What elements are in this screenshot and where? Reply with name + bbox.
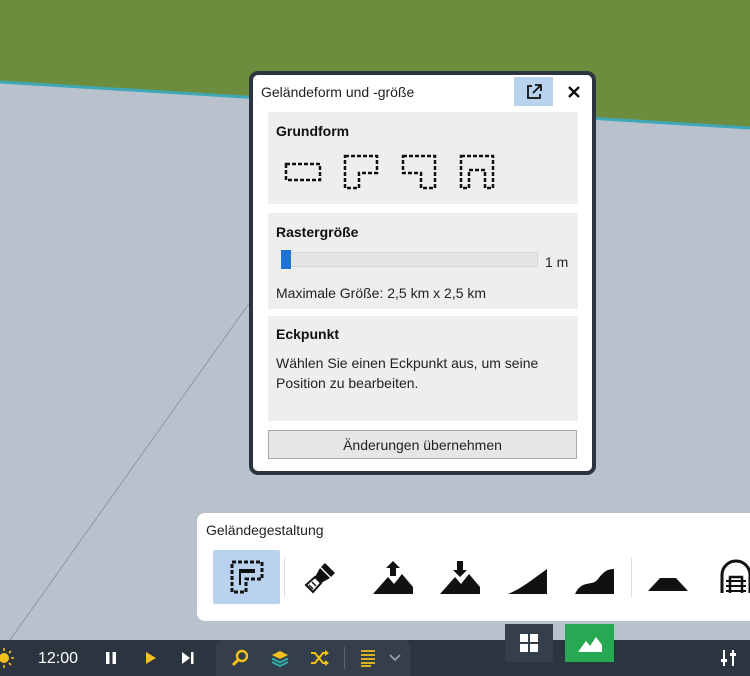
- popout-button[interactable]: [514, 77, 553, 106]
- toolbar-separator: [631, 557, 632, 597]
- grid-view-tab[interactable]: [505, 624, 553, 662]
- rectangle-shape-icon: [284, 162, 322, 182]
- play-icon: [146, 652, 156, 664]
- corner-description: Wählen Sie einen Eckpunkt aus, um seine …: [276, 355, 539, 391]
- layers-button[interactable]: [268, 640, 292, 676]
- shuffle-icon: [311, 650, 329, 666]
- terrain-shape-tool[interactable]: [213, 550, 280, 604]
- curved-slope-tool[interactable]: [561, 550, 628, 604]
- search-icon: [231, 649, 249, 667]
- u-shape-button[interactable]: [457, 152, 497, 192]
- grid-view-icon: [520, 634, 538, 652]
- tool-group: [216, 640, 410, 676]
- sun-icon: [0, 648, 14, 668]
- terrain-toolbar: Geländegestaltung: [197, 513, 750, 621]
- terrain-mode-icon: [577, 637, 602, 652]
- apply-changes-button[interactable]: Änderungen übernehmen: [268, 430, 577, 459]
- dialog-header: Geländeform und -größe: [253, 75, 592, 109]
- corner-section: Eckpunkt Wählen Sie einen Eckpunkt aus, …: [268, 316, 578, 421]
- base-shape-section: Grundform: [268, 112, 578, 204]
- grid-size-value: 1 m: [545, 254, 569, 270]
- flatten-mound-tool[interactable]: [634, 550, 701, 604]
- u-shape-icon: [459, 154, 495, 190]
- dialog-title: Geländeform und -größe: [261, 84, 415, 100]
- close-icon: [567, 85, 580, 98]
- paint-tool[interactable]: [287, 550, 354, 604]
- search-button[interactable]: [228, 640, 252, 676]
- terrain-mode-tab[interactable]: [565, 624, 614, 662]
- terrain-shape-icon: [230, 560, 263, 594]
- sliders-icon: [721, 650, 736, 666]
- chevron-down-icon: [389, 654, 401, 662]
- mirrored-l-shape-button[interactable]: [399, 152, 439, 192]
- base-shape-title: Grundform: [276, 123, 350, 139]
- raise-terrain-icon: [372, 561, 413, 594]
- list-button[interactable]: [356, 640, 380, 676]
- raise-terrain-tool[interactable]: [359, 550, 426, 604]
- corner-title: Eckpunkt: [276, 326, 340, 342]
- toolbar-separator: [284, 557, 285, 597]
- slope-tool[interactable]: [494, 550, 561, 604]
- grid-size-slider-track[interactable]: [281, 252, 538, 267]
- terrain-toolbar-title: Geländegestaltung: [206, 522, 324, 538]
- flatten-mound-icon: [647, 578, 688, 591]
- list-icon: [361, 650, 375, 667]
- terrain-shape-dialog: Geländeform und -größe Grundform Rasterg…: [249, 71, 596, 475]
- close-button[interactable]: [560, 77, 587, 106]
- tunnel-tool[interactable]: [702, 550, 750, 604]
- l-shape-icon: [343, 154, 379, 190]
- mirrored-l-shape-icon: [401, 154, 437, 190]
- smooth-slope-icon: [507, 569, 547, 594]
- lower-terrain-tool[interactable]: [426, 550, 493, 604]
- rectangle-shape-button[interactable]: [283, 152, 323, 192]
- pause-icon: [106, 652, 116, 664]
- bottom-bar: 12:00: [0, 640, 750, 676]
- grid-size-section: Rastergröße 1 m Maximale Größe: 2,5 km x…: [268, 213, 578, 309]
- grid-size-title: Rastergröße: [276, 224, 359, 240]
- time-display: 12:00: [38, 650, 79, 667]
- layers-icon: [271, 651, 289, 667]
- shuffle-button[interactable]: [308, 640, 332, 676]
- l-shape-button[interactable]: [341, 152, 381, 192]
- skip-forward-icon: [182, 652, 194, 664]
- curved-slope-icon: [574, 569, 614, 594]
- max-size-text: Maximale Größe: 2,5 km x 2,5 km: [276, 285, 487, 301]
- tunnel-icon: [720, 559, 750, 593]
- lower-terrain-icon: [439, 561, 480, 594]
- grid-size-slider-thumb[interactable]: [281, 250, 291, 269]
- list-dropdown-toggle[interactable]: [386, 640, 404, 676]
- external-link-icon: [526, 83, 542, 99]
- bar-separator: [344, 647, 345, 669]
- pause-button[interactable]: [100, 640, 122, 676]
- play-button[interactable]: [140, 640, 162, 676]
- weather-button[interactable]: [0, 640, 14, 676]
- settings-sliders-button[interactable]: [717, 640, 741, 676]
- paint-brush-icon: [304, 563, 335, 594]
- skip-forward-button[interactable]: [177, 640, 199, 676]
